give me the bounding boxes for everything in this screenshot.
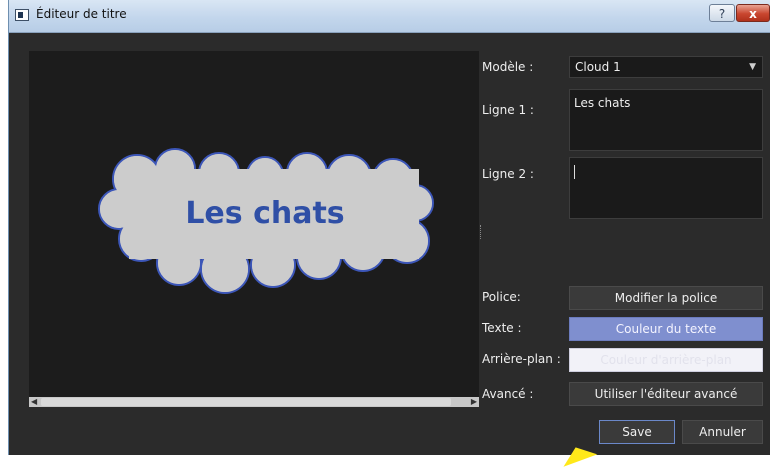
line1-value: Les chats — [574, 96, 631, 110]
model-select[interactable]: Cloud 1 ▼ — [569, 56, 763, 78]
app-icon — [15, 9, 29, 21]
title-editor-window: Éditeur de titre ? x Les chats ◀ ▶ Modèl… — [8, 0, 770, 455]
scroll-right-icon[interactable]: ▶ — [471, 397, 477, 407]
line2-input[interactable] — [569, 157, 763, 219]
scroll-left-icon[interactable]: ◀ — [31, 397, 37, 407]
horizontal-scrollbar[interactable]: ◀ ▶ — [29, 397, 479, 407]
font-label: Police: — [482, 290, 521, 304]
text-cursor — [574, 164, 575, 179]
line1-input[interactable]: Les chats — [569, 89, 763, 151]
close-button[interactable]: x — [736, 4, 770, 22]
cloud-preview: Les chats — [98, 148, 434, 294]
text-color-button[interactable]: Couleur du texte — [569, 317, 763, 341]
model-label: Modèle : — [482, 60, 534, 74]
cloud-title-text: Les chats — [185, 196, 344, 231]
chevron-down-icon[interactable]: ▼ — [749, 57, 756, 77]
splitter-handle[interactable] — [480, 225, 483, 239]
title-bar: Éditeur de titre ? x — [9, 0, 770, 33]
line1-label: Ligne 1 : — [482, 103, 534, 117]
help-button[interactable]: ? — [709, 4, 735, 22]
modify-font-button[interactable]: Modifier la police — [569, 286, 763, 310]
line2-label: Ligne 2 : — [482, 167, 534, 181]
advanced-editor-button[interactable]: Utiliser l'éditeur avancé — [569, 382, 763, 406]
model-value: Cloud 1 — [575, 60, 621, 74]
cancel-button[interactable]: Annuler — [682, 420, 763, 444]
title-preview-canvas: Les chats — [29, 51, 479, 397]
window-title: Éditeur de titre — [36, 7, 127, 21]
background-label: Arrière-plan : — [482, 352, 561, 366]
save-button[interactable]: Save — [599, 420, 675, 444]
scrollbar-thumb[interactable] — [41, 398, 451, 406]
text-color-label: Texte : — [482, 321, 522, 335]
advanced-label: Avancé : — [482, 387, 534, 401]
background-color-button[interactable]: Couleur d'arrière-plan — [569, 348, 763, 372]
